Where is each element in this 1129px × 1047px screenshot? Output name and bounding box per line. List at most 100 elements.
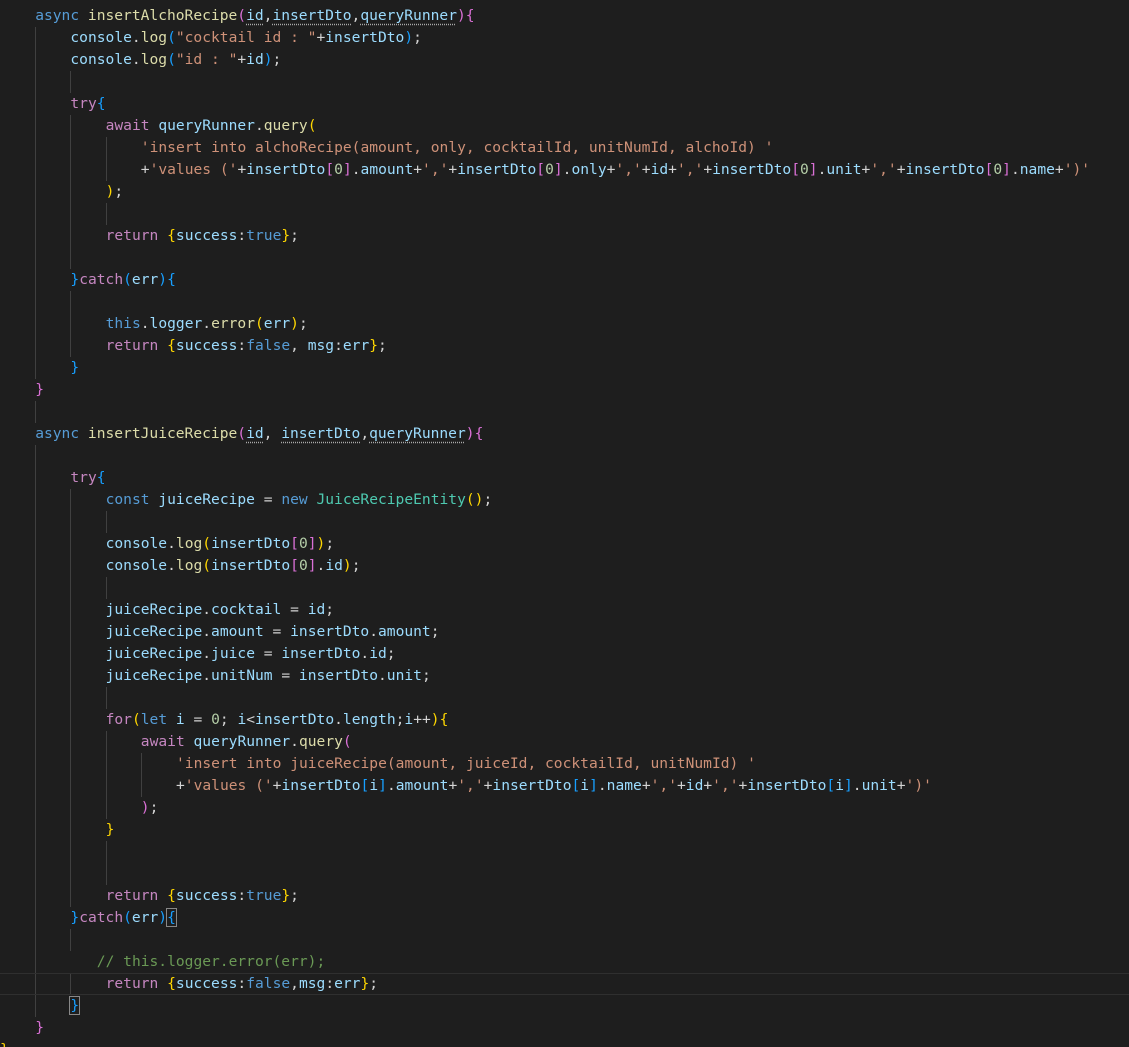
code-token: < (246, 711, 256, 728)
code-token: ++ (413, 711, 431, 728)
code-line[interactable]: this.logger.error(err); (0, 313, 1129, 335)
code-line[interactable]: const juiceRecipe = new JuiceRecipeEntit… (0, 489, 1129, 511)
code-line[interactable]: console.log(insertDto[0]); (0, 533, 1129, 555)
code-line[interactable]: ); (0, 797, 1129, 819)
code-line[interactable] (0, 687, 1129, 709)
code-token: } (281, 227, 291, 244)
code-line[interactable]: juiceRecipe.juice = insertDto.id; (0, 643, 1129, 665)
code-line[interactable]: for(let i = 0; i<insertDto.length;i++){ (0, 709, 1129, 731)
code-line[interactable]: async insertJuiceRecipe(id, insertDto,qu… (0, 423, 1129, 445)
code-line[interactable] (0, 291, 1129, 313)
code-token: } (69, 996, 81, 1015)
code-line[interactable]: return {success:false,msg:err}; (0, 973, 1129, 995)
code-line[interactable]: } (0, 1017, 1129, 1039)
code-token: insertDto (298, 667, 378, 684)
code-line[interactable]: } (0, 1039, 1129, 1047)
code-line-content: } (35, 1017, 44, 1039)
code-token: ; (430, 623, 440, 640)
code-line[interactable] (0, 929, 1129, 951)
code-line-content: this.logger.error(err); (106, 313, 308, 335)
code-token: + (641, 161, 651, 178)
code-token: insertDto (325, 29, 405, 46)
code-line[interactable]: +'values ('+insertDto[0].amount+','+inse… (0, 159, 1129, 181)
code-line[interactable]: console.log("cocktail id : "+insertDto); (0, 27, 1129, 49)
code-token: . (202, 601, 212, 618)
code-line[interactable] (0, 863, 1129, 885)
code-line-content: await queryRunner.query( (141, 731, 352, 753)
code-token: insertDto (281, 645, 361, 662)
code-editor[interactable]: async insertAlchoRecipe(id,insertDto,que… (0, 0, 1129, 1047)
code-token: { (96, 469, 106, 486)
code-line[interactable]: console.log("id : "+id); (0, 49, 1129, 71)
code-token: : (237, 887, 247, 904)
code-line[interactable]: } (0, 995, 1129, 1017)
code-line[interactable]: 'insert into alchoRecipe(amount, only, c… (0, 137, 1129, 159)
code-line[interactable]: try{ (0, 93, 1129, 115)
code-comment: // this.logger.error(err); (96, 953, 326, 970)
code-token: insertDto (272, 7, 352, 24)
code-token: insertDto (281, 777, 361, 794)
code-token: + (237, 161, 247, 178)
code-line[interactable]: await queryRunner.query( (0, 115, 1129, 137)
code-token: ',' (870, 161, 897, 178)
code-line[interactable]: } (0, 819, 1129, 841)
code-line-content: } (0, 1039, 9, 1047)
code-line[interactable]: }catch(err){ (0, 269, 1129, 291)
code-token: { (167, 337, 176, 354)
code-line[interactable] (0, 841, 1129, 863)
code-token: + (237, 51, 247, 68)
code-token: new (281, 491, 317, 508)
code-line[interactable] (0, 445, 1129, 467)
code-line[interactable]: }catch(err){ (0, 907, 1129, 929)
code-token: + (861, 161, 871, 178)
code-token: ) (158, 271, 168, 288)
code-token: id (246, 7, 264, 24)
code-token: insertDto (281, 425, 361, 442)
code-line[interactable]: 'insert into juiceRecipe(amount, juiceId… (0, 753, 1129, 775)
code-token: { (167, 271, 176, 288)
code-token: i (237, 711, 247, 728)
code-line[interactable]: +'values ('+insertDto[i].amount+','+inse… (0, 775, 1129, 797)
code-token: await (105, 117, 159, 134)
code-token: ; (290, 887, 299, 904)
code-line[interactable]: juiceRecipe.cocktail = id; (0, 599, 1129, 621)
code-line[interactable]: // this.logger.error(err); (0, 951, 1129, 973)
code-line[interactable]: return {success:false, msg:err}; (0, 335, 1129, 357)
code-line[interactable]: ); (0, 181, 1129, 203)
code-token: { (167, 227, 176, 244)
code-line[interactable]: } (0, 379, 1129, 401)
code-token: . (386, 777, 396, 794)
code-token: . (167, 535, 176, 552)
code-line[interactable]: await queryRunner.query( (0, 731, 1129, 753)
code-line[interactable] (0, 577, 1129, 599)
code-token: ',' (615, 161, 642, 178)
code-line[interactable]: console.log(insertDto[0].id); (0, 555, 1129, 577)
code-line[interactable]: return {success:true}; (0, 885, 1129, 907)
code-line[interactable] (0, 71, 1129, 93)
code-token: [ (290, 535, 299, 552)
code-token: 0 (298, 557, 308, 574)
code-token: length (342, 711, 396, 728)
code-token: 0 (298, 535, 308, 552)
code-line-content: } (106, 819, 115, 841)
code-line-content: }catch(err){ (70, 269, 175, 291)
code-line[interactable]: juiceRecipe.unitNum = insertDto.unit; (0, 665, 1129, 687)
code-token: msg (298, 975, 326, 992)
code-line[interactable]: return {success:true}; (0, 225, 1129, 247)
code-line-content: async insertAlchoRecipe(id,insertDto,que… (35, 5, 474, 27)
code-line[interactable]: try{ (0, 467, 1129, 489)
code-line[interactable] (0, 401, 1129, 423)
code-token: only (571, 161, 607, 178)
code-line[interactable] (0, 511, 1129, 533)
code-line[interactable]: } (0, 357, 1129, 379)
code-line-content: await queryRunner.query( (106, 115, 317, 137)
code-line[interactable] (0, 203, 1129, 225)
code-token: . (202, 623, 212, 640)
code-token: unit (826, 161, 862, 178)
code-line[interactable] (0, 247, 1129, 269)
code-line[interactable]: juiceRecipe.amount = insertDto.amount; (0, 621, 1129, 643)
code-token: return (105, 337, 168, 354)
code-token: i (580, 777, 590, 794)
code-line[interactable]: async insertAlchoRecipe(id,insertDto,que… (0, 5, 1129, 27)
code-token: ; (421, 667, 431, 684)
